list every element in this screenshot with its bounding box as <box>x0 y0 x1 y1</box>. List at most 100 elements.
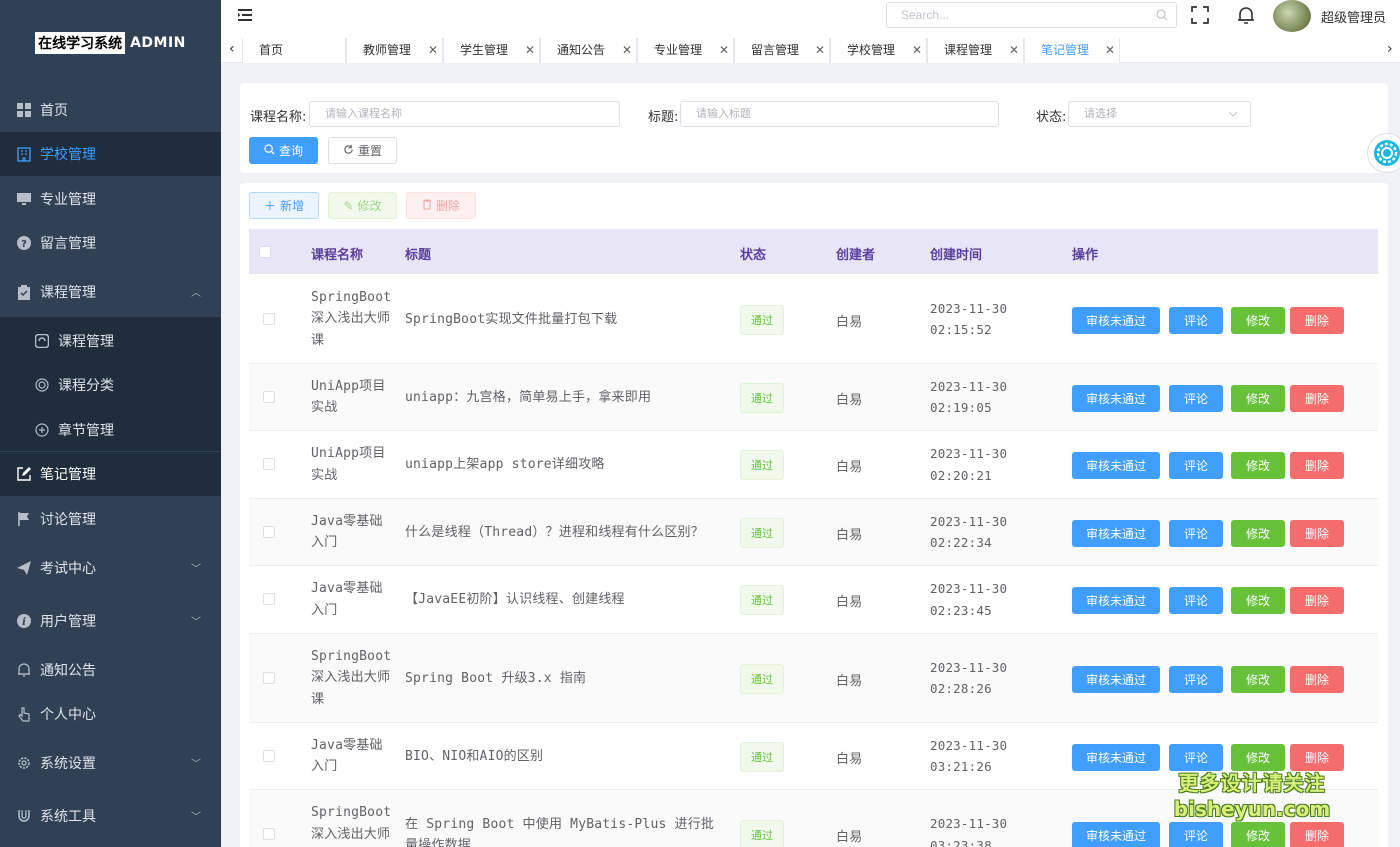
table-row[interactable]: Java零基础入门 什么是线程（Thread）？进程和线程有什么区别？ 通过 白易 20… <box>249 499 1378 566</box>
sidebar-item-profile[interactable]: 个人中心 <box>0 692 221 736</box>
tab-school[interactable]: 学校管理 ✕ <box>830 38 927 63</box>
tab-course[interactable]: 课程管理 ✕ <box>927 38 1024 63</box>
close-icon[interactable]: ✕ <box>912 38 922 62</box>
header-created[interactable]: 创建时间 <box>930 244 982 263</box>
row-delete-button[interactable]: 删除 <box>1290 587 1344 614</box>
avatar[interactable] <box>1273 0 1311 32</box>
row-edit-button[interactable]: 修改 <box>1231 587 1285 614</box>
comment-button[interactable]: 评论 <box>1169 743 1223 771</box>
row-edit-button[interactable]: 修改 <box>1231 822 1285 847</box>
sidebar-item-notes[interactable]: 笔记管理 <box>0 452 221 496</box>
row-edit-button[interactable]: 修改 <box>1231 743 1285 771</box>
sidebar-item-users[interactable]: i 用户管理 ﹀ <box>0 599 221 643</box>
table-row[interactable]: UniApp项目实战 uniapp：九宫格，简单易上手，拿来即用 通过 白易 2023-… <box>249 364 1378 431</box>
row-checkbox[interactable] <box>263 828 275 840</box>
add-button[interactable]: ＋ 新增 <box>249 192 319 219</box>
row-delete-button[interactable]: 删除 <box>1290 665 1344 693</box>
sidebar-item-home[interactable]: 首页 <box>0 88 221 132</box>
header-creator[interactable]: 创建者 <box>836 244 875 263</box>
reject-review-button[interactable]: 审核未通过 <box>1072 743 1160 771</box>
chevron-right-icon[interactable]: › <box>1387 41 1393 57</box>
edit-button[interactable]: ✎ 修改 <box>328 192 397 219</box>
tab-notes[interactable]: 笔记管理 ✕ <box>1024 38 1120 63</box>
tab-teacher[interactable]: 教师管理 ✕ <box>346 38 443 63</box>
sidebar-item-exam[interactable]: 考试中心 ﹀ <box>0 546 221 590</box>
comment-button[interactable]: 评论 <box>1169 519 1223 547</box>
header-course[interactable]: 课程名称 <box>311 244 363 263</box>
row-checkbox[interactable] <box>263 593 275 605</box>
row-edit-button[interactable]: 修改 <box>1231 452 1285 479</box>
row-delete-button[interactable]: 删除 <box>1290 452 1344 479</box>
tab-notice[interactable]: 通知公告 ✕ <box>540 38 637 63</box>
row-edit-button[interactable]: 修改 <box>1231 665 1285 693</box>
table-row[interactable]: Java零基础入门 【JavaEE初阶】认识线程、创建线程 通过 白易 2023-11-… <box>249 566 1378 634</box>
tab-student[interactable]: 学生管理 ✕ <box>443 38 540 63</box>
row-edit-button[interactable]: 修改 <box>1231 306 1285 334</box>
row-checkbox[interactable] <box>263 390 275 403</box>
comment-button[interactable]: 评论 <box>1169 822 1223 847</box>
sidebar-item-message[interactable]: ? 留言管理 <box>0 221 221 265</box>
table-row[interactable]: UniApp项目实战 uniapp上架app store详细攻略 通过 白易 2023-… <box>249 431 1378 499</box>
comment-button[interactable]: 评论 <box>1169 384 1223 412</box>
chevron-left-icon[interactable]: ‹ <box>229 41 235 57</box>
username[interactable]: 超级管理员 <box>1321 7 1386 26</box>
sidebar-item-school[interactable]: 学校管理 <box>0 132 221 176</box>
row-delete-button[interactable]: 删除 <box>1290 306 1344 334</box>
sidebar-item-tools[interactable]: 系统工具 ﹀ <box>0 794 221 838</box>
close-icon[interactable]: ✕ <box>622 38 632 62</box>
sidebar-item-course-category[interactable]: 课程分类 <box>0 363 221 407</box>
hamburger-icon[interactable] <box>237 8 253 26</box>
reject-review-button[interactable]: 审核未通过 <box>1072 452 1160 479</box>
row-delete-button[interactable]: 删除 <box>1290 384 1344 412</box>
close-icon[interactable]: ✕ <box>525 38 535 62</box>
delete-button[interactable]: 删除 <box>406 192 476 219</box>
title-input[interactable]: 请输入标题 <box>680 101 999 127</box>
theme-settings-gear-icon[interactable] <box>1367 133 1400 173</box>
row-checkbox[interactable] <box>263 749 275 762</box>
app-logo[interactable]: 在线学习系统 ADMIN <box>0 0 221 85</box>
close-icon[interactable]: ✕ <box>815 38 825 62</box>
comment-button[interactable]: 评论 <box>1169 306 1223 334</box>
close-icon[interactable]: ✕ <box>1105 38 1115 62</box>
row-delete-button[interactable]: 删除 <box>1290 822 1344 847</box>
fullscreen-icon[interactable] <box>1191 6 1209 28</box>
comment-button[interactable]: 评论 <box>1169 665 1223 693</box>
status-select[interactable]: 请选择 <box>1068 101 1251 127</box>
close-icon[interactable]: ✕ <box>719 38 729 62</box>
sidebar-item-course[interactable]: 课程管理 <box>0 319 221 363</box>
search-input[interactable]: Search... <box>886 2 1177 28</box>
row-edit-button[interactable]: 修改 <box>1231 384 1285 412</box>
table-row[interactable]: SpringBoot深入浅出大师课 Spring Boot 升级3.x 指南 通过 白… <box>249 634 1378 723</box>
header-title[interactable]: 标题 <box>405 244 431 263</box>
reject-review-button[interactable]: 审核未通过 <box>1072 384 1160 412</box>
reject-review-button[interactable]: 审核未通过 <box>1072 822 1160 847</box>
table-row[interactable]: SpringBoot深入浅出大师课 SpringBoot实现文件批量打包下载 通过 白… <box>249 275 1378 364</box>
close-icon[interactable]: ✕ <box>428 38 438 62</box>
reject-review-button[interactable]: 审核未通过 <box>1072 306 1160 334</box>
row-checkbox[interactable] <box>263 525 275 538</box>
close-icon[interactable]: ✕ <box>1009 38 1019 62</box>
row-checkbox[interactable] <box>263 671 275 684</box>
row-checkbox[interactable] <box>263 312 275 325</box>
row-delete-button[interactable]: 删除 <box>1290 743 1344 771</box>
sidebar-item-settings[interactable]: 系统设置 ﹀ <box>0 741 221 785</box>
sidebar-item-major[interactable]: 专业管理 <box>0 177 221 221</box>
sidebar-item-chapter[interactable]: 章节管理 <box>0 408 221 452</box>
select-all-checkbox[interactable] <box>259 246 271 258</box>
course-name-input[interactable]: 请输入课程名称 <box>309 101 620 127</box>
notification-bell-icon[interactable] <box>1237 5 1255 29</box>
row-delete-button[interactable]: 删除 <box>1290 519 1344 547</box>
query-button[interactable]: 查询 <box>249 137 318 164</box>
sidebar-item-notice[interactable]: 通知公告 <box>0 648 221 692</box>
reject-review-button[interactable]: 审核未通过 <box>1072 587 1160 614</box>
reset-button[interactable]: 重置 <box>328 137 397 164</box>
row-checkbox[interactable] <box>263 458 275 470</box>
tab-major[interactable]: 专业管理 ✕ <box>637 38 734 63</box>
header-status[interactable]: 状态 <box>740 244 766 263</box>
sidebar-item-course-group[interactable]: 课程管理 ︿ <box>0 270 221 314</box>
row-edit-button[interactable]: 修改 <box>1231 519 1285 547</box>
reject-review-button[interactable]: 审核未通过 <box>1072 519 1160 547</box>
comment-button[interactable]: 评论 <box>1169 587 1223 614</box>
comment-button[interactable]: 评论 <box>1169 452 1223 479</box>
reject-review-button[interactable]: 审核未通过 <box>1072 665 1160 693</box>
